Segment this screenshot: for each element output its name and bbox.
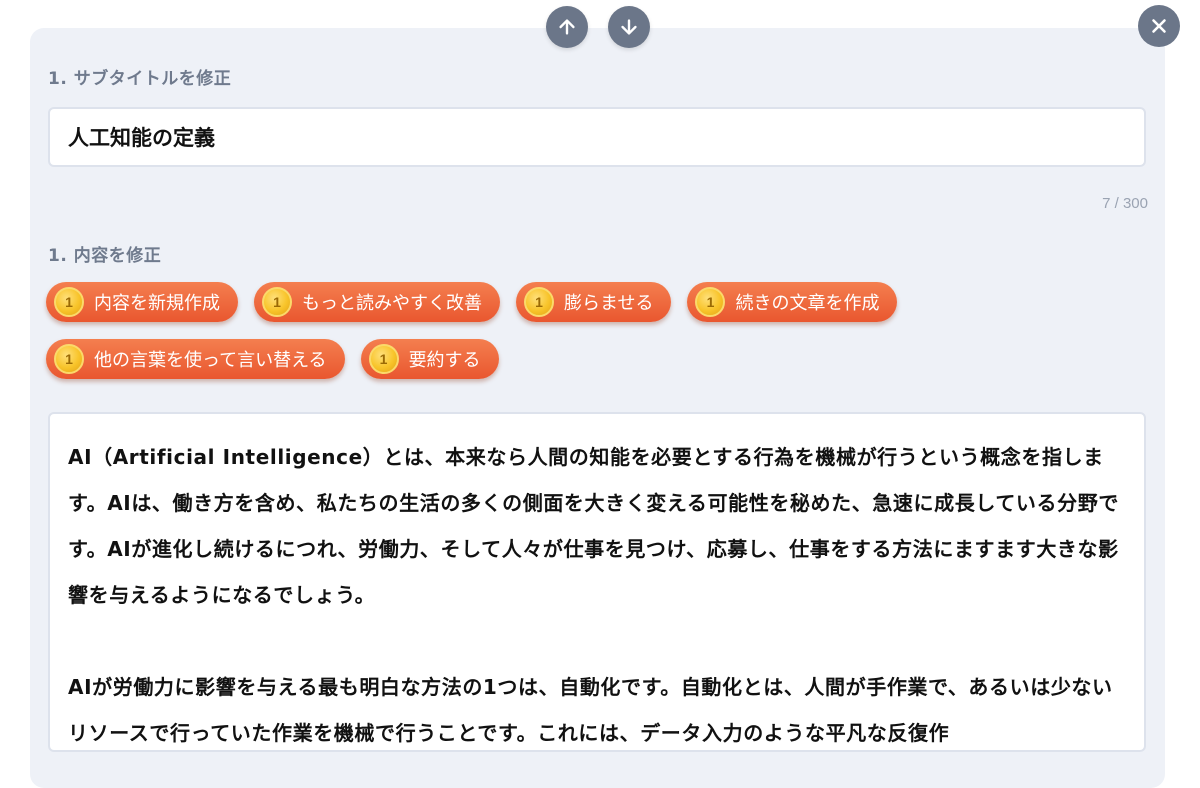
move-down-button[interactable]: [608, 6, 650, 48]
chip-label: 膨らませる: [564, 293, 654, 314]
content-paragraph: AI（Artificial Intelligence）とは、本来なら人間の知能を…: [68, 445, 1119, 607]
new-content-button[interactable]: 1 内容を新規作成: [46, 282, 238, 322]
content-paragraph: AIが労働力に影響を与える最も明白な方法の1つは、自動化です。自動化とは、人間が…: [68, 675, 1113, 745]
coin-icon: 1: [695, 287, 726, 317]
chip-label: 続きの文章を作成: [735, 293, 880, 314]
coin-icon: 1: [54, 287, 84, 317]
content-section-label: 1. 内容を修正: [48, 246, 162, 266]
arrow-down-icon: [621, 19, 637, 35]
coin-icon: 1: [54, 344, 84, 374]
expand-button[interactable]: 1 膨らませる: [516, 282, 672, 322]
coin-icon: 1: [524, 287, 554, 317]
improve-readability-button[interactable]: 1 もっと読みやすく改善: [254, 282, 500, 322]
move-up-button[interactable]: [546, 6, 588, 48]
summarize-button[interactable]: 1 要約する: [360, 339, 499, 379]
subtitle-section-label: 1. サブタイトルを修正: [48, 69, 232, 89]
content-editor[interactable]: AI（Artificial Intelligence）とは、本来なら人間の知能を…: [48, 412, 1146, 752]
close-button[interactable]: [1138, 5, 1180, 47]
coin-icon: 1: [368, 344, 399, 374]
subtitle-input[interactable]: [48, 107, 1146, 167]
coin-icon: 1: [262, 287, 292, 317]
ai-actions-row-1: 1 内容を新規作成 1 もっと読みやすく改善 1 膨らませる 1 続きの文章を作…: [46, 282, 898, 322]
chip-label: 内容を新規作成: [94, 293, 220, 314]
chip-label: 要約する: [408, 350, 481, 371]
chip-label: もっと読みやすく改善: [302, 293, 482, 314]
ai-actions-row-2: 1 他の言葉を使って言い替える 1 要約する: [46, 339, 499, 379]
close-icon: [1152, 19, 1166, 33]
continue-writing-button[interactable]: 1 続きの文章を作成: [687, 282, 898, 322]
character-counter: 7 / 300: [1102, 195, 1148, 212]
arrow-up-icon: [559, 19, 575, 35]
chip-label: 他の言葉を使って言い替える: [94, 350, 327, 371]
paraphrase-button[interactable]: 1 他の言葉を使って言い替える: [46, 339, 345, 379]
